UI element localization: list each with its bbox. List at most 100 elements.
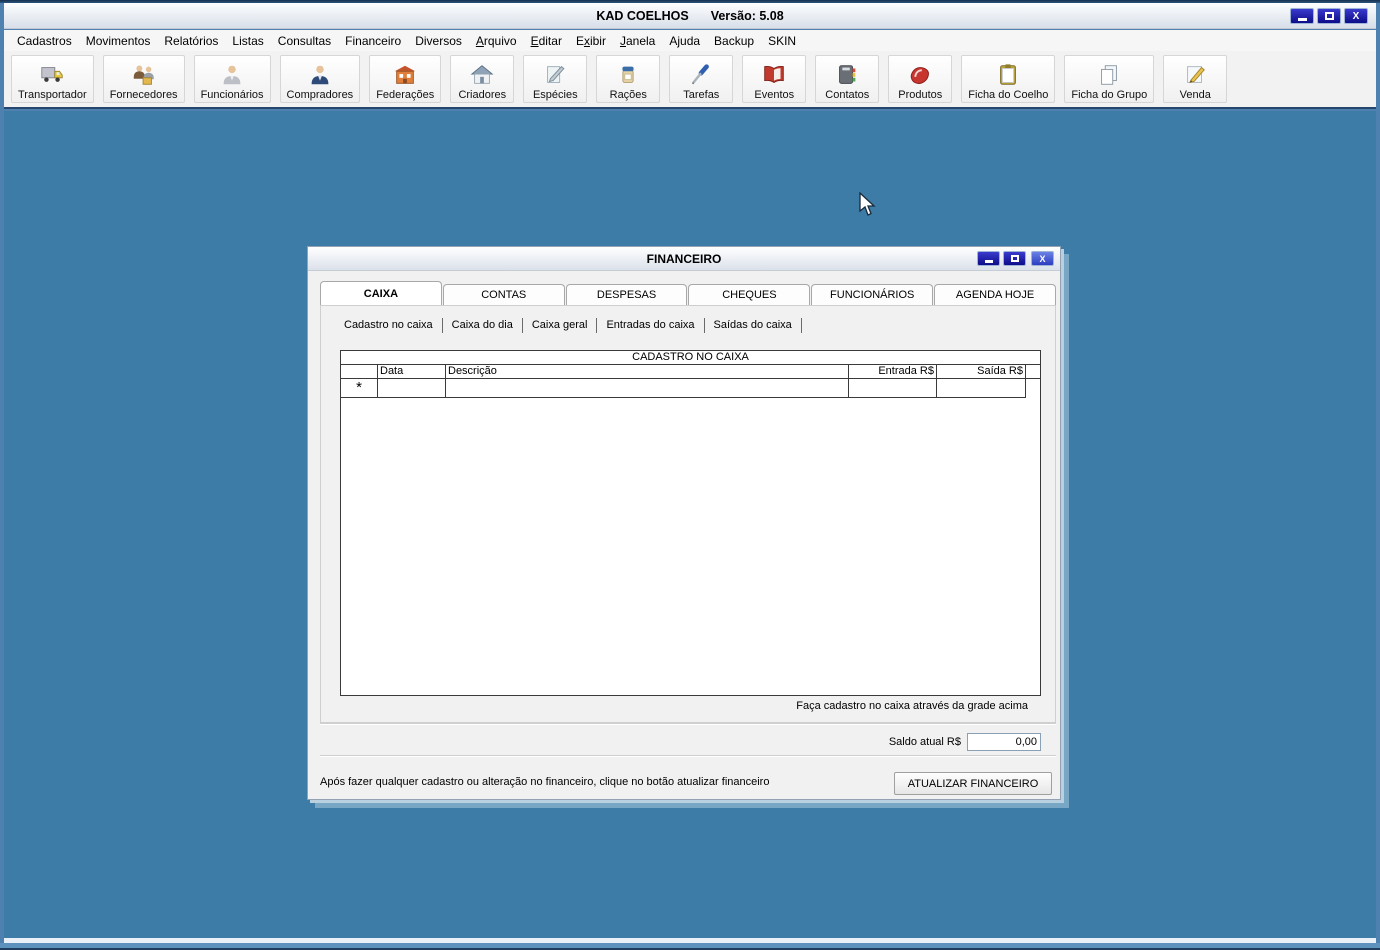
grid-header-entrada: Entrada R$ <box>849 365 937 379</box>
employee-icon <box>223 65 241 85</box>
window-bottom-frame <box>0 943 1380 950</box>
toolbar-button-label: Venda <box>1179 89 1211 101</box>
grid-header-row: Data Descrição Entrada R$ Saída R$ <box>341 365 1040 379</box>
toolbar-button-criadores[interactable]: Criadores <box>450 55 515 103</box>
toolbar-button-transportador[interactable]: Transportador <box>11 55 94 103</box>
menu-movimentos[interactable]: Movimentos <box>79 32 158 50</box>
toolbar-button-label: Ficha do Grupo <box>1071 89 1148 101</box>
toolbar-button-label: Compradores <box>286 89 354 101</box>
toolbar-button-especies[interactable]: Espécies <box>523 55 588 103</box>
tasks-screwdriver-icon <box>692 64 710 85</box>
toolbar-button-compradores[interactable]: Compradores <box>279 55 361 103</box>
toolbar-button-venda[interactable]: Venda <box>1163 55 1228 103</box>
toolbar-button-racoes[interactable]: Rações <box>596 55 661 103</box>
tab-agenda-hoje[interactable]: AGENDA HOJE <box>934 284 1056 305</box>
tab-contas[interactable]: CONTAS <box>442 284 565 305</box>
menu-relatorios[interactable]: Relatórios <box>157 32 225 50</box>
maximize-icon <box>1324 12 1334 20</box>
menu-financeiro[interactable]: Financeiro <box>338 32 408 50</box>
toolbar-button-label: Eventos <box>754 89 795 101</box>
toolbar-button-ficha-grupo[interactable]: Ficha do Grupo <box>1064 55 1155 103</box>
subtab-caixa-geral[interactable]: Caixa geral <box>523 318 598 333</box>
menu-skin[interactable]: SKIN <box>761 32 803 50</box>
subtab-saidas-do-caixa[interactable]: Saídas do caixa <box>705 318 802 333</box>
maximize-icon <box>1010 255 1019 262</box>
toolbar-button-ficha-coelho[interactable]: Ficha do Coelho <box>961 55 1056 103</box>
menu-janela[interactable]: Janela <box>613 32 662 50</box>
grid-header-data: Data <box>378 365 446 379</box>
close-button[interactable]: X <box>1344 8 1368 24</box>
menu-backup[interactable]: Backup <box>707 32 761 50</box>
grid-caption: CADASTRO NO CAIXA <box>341 351 1040 365</box>
financeiro-window-controls: X <box>977 251 1054 266</box>
menu-bar: Cadastros Movimentos Relatórios Listas C… <box>4 30 1376 51</box>
toolbar-button-label: Espécies <box>532 89 578 101</box>
toolbar-button-tarefas[interactable]: Tarefas <box>669 55 734 103</box>
menu-consultas[interactable]: Consultas <box>271 32 338 50</box>
financeiro-titlebar: FINANCEIRO X <box>308 247 1060 271</box>
grid-header-selector <box>341 365 378 379</box>
tab-funcionarios[interactable]: FUNCIONÁRIOS <box>811 284 934 305</box>
menu-listas[interactable]: Listas <box>225 32 270 50</box>
toolbar-button-label: Contatos <box>825 89 870 101</box>
grid-header-descricao: Descrição <box>446 365 849 379</box>
menu-ajuda[interactable]: Ajuda <box>662 32 707 50</box>
subtab-entradas-do-caixa[interactable]: Entradas do caixa <box>597 318 705 333</box>
minimize-icon <box>1297 18 1307 21</box>
financeiro-minimize-button[interactable] <box>977 251 1000 266</box>
close-icon: X <box>1039 253 1046 264</box>
minimize-icon <box>984 260 993 263</box>
grid-cell-entrada[interactable] <box>849 379 937 398</box>
maximize-button[interactable] <box>1317 8 1341 24</box>
grid-cell-data[interactable] <box>378 379 446 398</box>
federation-building-icon <box>395 65 416 84</box>
saldo-atual-label: Saldo atual R$ <box>888 736 961 748</box>
saldo-atual-field[interactable] <box>967 733 1041 751</box>
toolbar-button-federacoes[interactable]: Federações <box>369 55 442 103</box>
tab-caixa[interactable]: CAIXA <box>320 281 442 305</box>
separator-line <box>320 755 1056 757</box>
financeiro-tab-strip: CAIXA CONTAS DESPESAS CHEQUES FUNCIONÁRI… <box>320 281 1056 306</box>
grid-header-saida: Saída R$ <box>937 365 1026 379</box>
toolbar-button-produtos[interactable]: Produtos <box>888 55 953 103</box>
cadastro-caixa-grid: CADASTRO NO CAIXA Data Descrição Entrada… <box>340 350 1041 696</box>
grid-new-row-selector[interactable]: * <box>341 379 378 398</box>
subtab-cadastro-no-caixa[interactable]: Cadastro no caixa <box>335 318 443 333</box>
toolbar-button-label: Produtos <box>898 89 943 101</box>
contacts-book-icon <box>839 65 856 84</box>
sale-pencil-icon <box>1187 66 1206 84</box>
financeiro-close-button[interactable]: X <box>1031 251 1054 266</box>
grid-cell-descricao[interactable] <box>446 379 849 398</box>
minimize-button[interactable] <box>1290 8 1314 24</box>
app-version: Versão: 5.08 <box>710 8 784 23</box>
toolbar-button-fornecedores[interactable]: Fornecedores <box>102 55 185 103</box>
toolbar-button-contatos[interactable]: Contatos <box>815 55 880 103</box>
atualizar-financeiro-button[interactable]: ATUALIZAR FINANCEIRO <box>894 772 1052 795</box>
close-icon: X <box>1352 10 1360 22</box>
financeiro-dialog: FINANCEIRO X CAIXA CONTAS DESPESAS CHEQU… <box>307 246 1061 800</box>
species-note-icon <box>547 66 565 83</box>
menu-cadastros[interactable]: Cadastros <box>10 32 79 50</box>
suppliers-icon <box>133 65 154 85</box>
tab-cheques[interactable]: CHEQUES <box>688 284 811 305</box>
buyer-icon <box>311 65 329 85</box>
grid-cell-saida[interactable] <box>937 379 1026 398</box>
products-meat-icon <box>911 67 930 84</box>
tab-despesas[interactable]: DESPESAS <box>565 284 688 305</box>
financeiro-maximize-button[interactable] <box>1003 251 1026 266</box>
menu-exibir[interactable]: Exibir <box>569 32 613 50</box>
menu-diversos[interactable]: Diversos <box>408 32 469 50</box>
toolbar-button-funcionarios[interactable]: Funcionários <box>193 55 271 103</box>
toolbar-button-eventos[interactable]: Eventos <box>742 55 807 103</box>
rabbit-record-clipboard-icon <box>1000 64 1017 85</box>
subtab-caixa-do-dia[interactable]: Caixa do dia <box>443 318 523 333</box>
menu-arquivo[interactable]: Arquivo <box>469 32 524 50</box>
feed-jar-icon <box>622 66 634 83</box>
toolbar-button-label: Criadores <box>458 89 507 101</box>
truck-icon <box>41 67 64 82</box>
caixa-tab-page: Cadastro no caixa Caixa do dia Caixa ger… <box>320 305 1056 723</box>
toolbar-button-label: Rações <box>609 89 647 101</box>
menu-editar[interactable]: Editar <box>524 32 569 50</box>
new-row-marker: * <box>356 379 362 396</box>
toolbar-button-label: Ficha do Coelho <box>968 89 1049 101</box>
